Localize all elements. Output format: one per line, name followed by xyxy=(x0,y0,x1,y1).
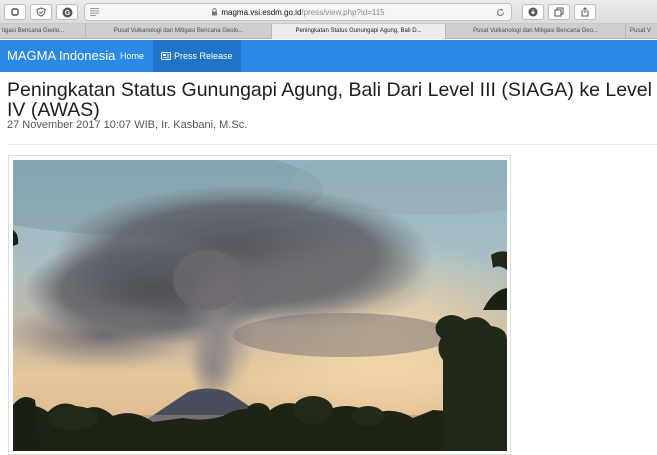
nav-press-release-label: Press Release xyxy=(174,51,233,61)
volcano-eruption-photo xyxy=(13,160,507,451)
nav-press-release[interactable]: Press Release xyxy=(153,40,241,72)
back-icon xyxy=(11,8,19,16)
tab-3-active[interactable]: Peningkatan Status Gunungapi Agung, Bali… xyxy=(272,24,446,39)
grammarly-button[interactable]: G xyxy=(56,4,78,20)
shield-icon xyxy=(36,7,46,17)
tabs-button[interactable] xyxy=(548,4,570,20)
newspaper-icon xyxy=(161,52,171,60)
url-domain: magma.vsi.esdm.go.id xyxy=(221,7,302,17)
reload-icon[interactable] xyxy=(496,8,505,17)
article-meta: 27 November 2017 10:07 WIB, Ir. Kasbani,… xyxy=(7,119,248,131)
lock-icon xyxy=(212,8,218,16)
url-path: /press/view.php?id=115 xyxy=(301,7,385,17)
site-navbar: MAGMA Indonesia Home Press Release xyxy=(0,40,657,72)
reader-lines-icon[interactable] xyxy=(90,8,99,16)
tab-4[interactable]: Pusat Vulkanologi dan Mitigasi Bencana G… xyxy=(446,24,626,39)
back-button[interactable] xyxy=(4,4,26,20)
article-title: Peningkatan Status Gunungapi Agung, Bali… xyxy=(7,79,652,121)
nav-home[interactable]: Home xyxy=(112,40,152,72)
tab-strip: tigasi Bencana Geolo... Pusat Vulkanolog… xyxy=(0,24,657,39)
download-icon xyxy=(528,7,538,17)
tab-1[interactable]: tigasi Bencana Geolo... xyxy=(0,24,86,39)
download-button[interactable] xyxy=(522,4,544,20)
share-button[interactable] xyxy=(574,4,596,20)
tab-5[interactable]: Pusat V xyxy=(626,24,657,39)
shield-button[interactable] xyxy=(30,4,52,20)
share-icon xyxy=(581,7,589,17)
nav-home-label: Home xyxy=(120,51,145,61)
url-bar[interactable]: magma.vsi.esdm.go.id/press/view.php?id=1… xyxy=(84,3,512,21)
tabs-icon xyxy=(554,7,564,17)
browser-toolbar: G magma.vsi.esdm.go.id/press/view.php?id… xyxy=(0,0,657,24)
brand-link[interactable]: MAGMA Indonesia xyxy=(7,40,115,72)
svg-text:G: G xyxy=(64,10,70,17)
g-circle-icon: G xyxy=(62,7,72,17)
tab-2[interactable]: Pusat Vulkanologi dan Mitigasi Bencana G… xyxy=(86,24,272,39)
divider xyxy=(7,144,657,145)
article-photo-frame xyxy=(8,155,511,455)
